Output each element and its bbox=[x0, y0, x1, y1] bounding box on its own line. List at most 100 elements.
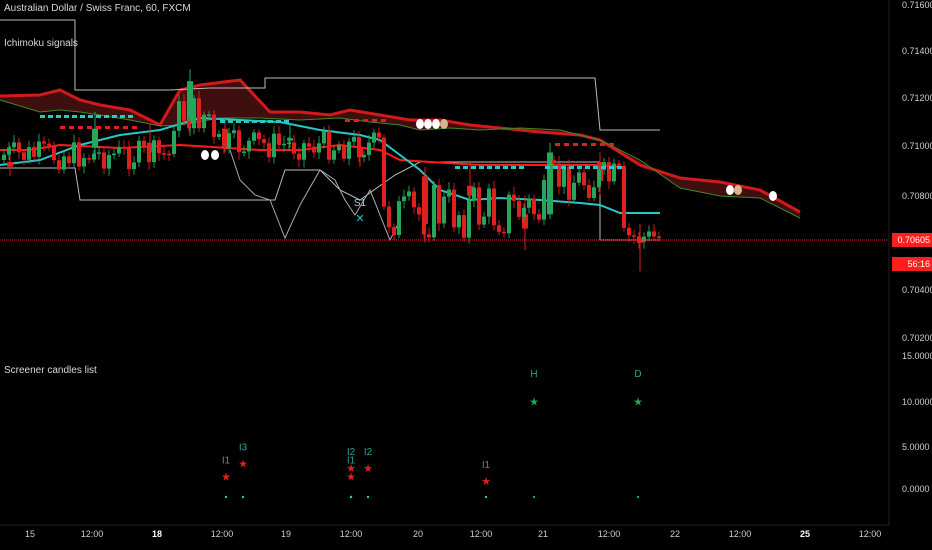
candle-body bbox=[617, 163, 621, 166]
candle-body bbox=[257, 132, 261, 140]
price-tick-label: 0.70200 bbox=[902, 333, 932, 343]
screener-label: D bbox=[634, 369, 641, 380]
screener-label: I1 bbox=[222, 456, 231, 467]
time-tick-label: 12:00 bbox=[598, 529, 621, 539]
candle-body bbox=[242, 151, 246, 154]
cross-marker bbox=[345, 119, 350, 122]
candle-body bbox=[347, 141, 351, 159]
cross-marker bbox=[236, 120, 241, 123]
candle-body bbox=[587, 185, 591, 198]
candle-body bbox=[607, 162, 611, 182]
screener-baseline-dot bbox=[484, 495, 488, 499]
candle-body bbox=[142, 140, 146, 147]
candle-body bbox=[477, 187, 481, 225]
screener-tick-label: 5.0000 bbox=[902, 442, 930, 452]
screener-star: ★ bbox=[221, 472, 231, 484]
cross-marker bbox=[372, 119, 377, 122]
candle-body bbox=[542, 180, 546, 220]
screener-baseline-dot bbox=[241, 495, 245, 499]
candle-body bbox=[22, 152, 26, 160]
current-price-tag: 0.70605 bbox=[892, 233, 932, 247]
cross-marker bbox=[564, 143, 569, 146]
screener-star: ★ bbox=[633, 396, 643, 408]
candle-body bbox=[232, 130, 236, 134]
time-tick-label: 12:00 bbox=[859, 529, 882, 539]
cross-marker bbox=[284, 120, 289, 123]
candle-body bbox=[57, 160, 61, 170]
price-tick-label: 0.71600 bbox=[902, 0, 932, 10]
candle-body bbox=[132, 162, 136, 170]
cross-marker bbox=[123, 126, 128, 129]
cross-marker bbox=[260, 120, 265, 123]
time-tick-label: 15 bbox=[25, 529, 35, 539]
price-tick-label: 0.71000 bbox=[902, 141, 932, 151]
cross-marker bbox=[487, 166, 492, 169]
cross-marker bbox=[573, 143, 578, 146]
candle-body bbox=[522, 207, 526, 217]
candle-body bbox=[657, 236, 661, 239]
candle-body bbox=[502, 231, 506, 234]
cross-marker bbox=[577, 166, 582, 169]
candle-body bbox=[367, 142, 371, 155]
candle-body bbox=[482, 216, 486, 225]
signal-dot bbox=[211, 150, 219, 160]
candle-body bbox=[247, 140, 251, 152]
candle-body bbox=[392, 227, 396, 236]
candle-body bbox=[82, 158, 86, 167]
candle-body bbox=[562, 166, 566, 187]
candle-body bbox=[112, 153, 116, 156]
candle-body bbox=[117, 147, 121, 154]
cross-marker bbox=[96, 115, 101, 118]
candle-body bbox=[277, 133, 281, 145]
candle-body bbox=[187, 121, 191, 129]
candle-body bbox=[472, 187, 476, 201]
price-tick-label: 0.71400 bbox=[902, 46, 932, 56]
candle-body bbox=[432, 185, 436, 238]
candle-body bbox=[352, 136, 356, 142]
cross-marker bbox=[582, 143, 587, 146]
candle-body bbox=[52, 145, 56, 161]
candle-body bbox=[302, 143, 306, 160]
candle-body bbox=[517, 200, 521, 217]
candle-body bbox=[397, 201, 401, 236]
candle-body bbox=[322, 131, 326, 144]
candle-body bbox=[487, 188, 491, 217]
candle-body bbox=[237, 130, 241, 153]
screener-label: I3 bbox=[239, 442, 248, 453]
candle-body bbox=[42, 141, 46, 144]
cross-marker bbox=[220, 120, 225, 123]
cross-marker bbox=[88, 115, 93, 118]
candle-body bbox=[317, 143, 321, 153]
pane-ichimoku-name: Ichimoku signals bbox=[4, 38, 78, 49]
candle-body bbox=[47, 143, 51, 146]
candle-body bbox=[362, 154, 366, 158]
chart-title: Australian Dollar / Swiss Franc, 60, FXC… bbox=[4, 3, 191, 14]
signal-dot bbox=[201, 150, 209, 160]
cross-marker bbox=[511, 166, 516, 169]
cross-marker bbox=[72, 115, 77, 118]
signal-dot bbox=[440, 119, 448, 129]
candle-body bbox=[447, 189, 451, 197]
candle-body bbox=[442, 196, 446, 224]
screener-tick-label: 15.0000 bbox=[902, 351, 932, 361]
candle-body bbox=[202, 114, 206, 129]
cross-marker bbox=[495, 166, 500, 169]
chart-canvas[interactable]: 0.71600 0.71400 0.71200 0.71000 0.70800 0.706… bbox=[0, 0, 932, 550]
candle-body bbox=[357, 136, 361, 158]
candle-body bbox=[582, 172, 586, 186]
time-tick-label: 18 bbox=[152, 529, 162, 539]
time-tick-label: 12:00 bbox=[81, 529, 104, 539]
screener-baseline-dot bbox=[532, 495, 536, 499]
candle-body bbox=[182, 101, 186, 122]
candle-body bbox=[7, 147, 11, 155]
cross-marker bbox=[128, 115, 133, 118]
cross-marker bbox=[600, 143, 605, 146]
candle-body bbox=[97, 152, 101, 154]
price-tick-label: 0.70800 bbox=[902, 191, 932, 201]
screener-label: I2 bbox=[364, 447, 373, 458]
candle-body bbox=[102, 152, 106, 169]
screener-star: ★ bbox=[481, 476, 491, 488]
cross-marker bbox=[381, 119, 386, 122]
candle-body bbox=[37, 141, 41, 157]
candle-body bbox=[147, 146, 151, 163]
